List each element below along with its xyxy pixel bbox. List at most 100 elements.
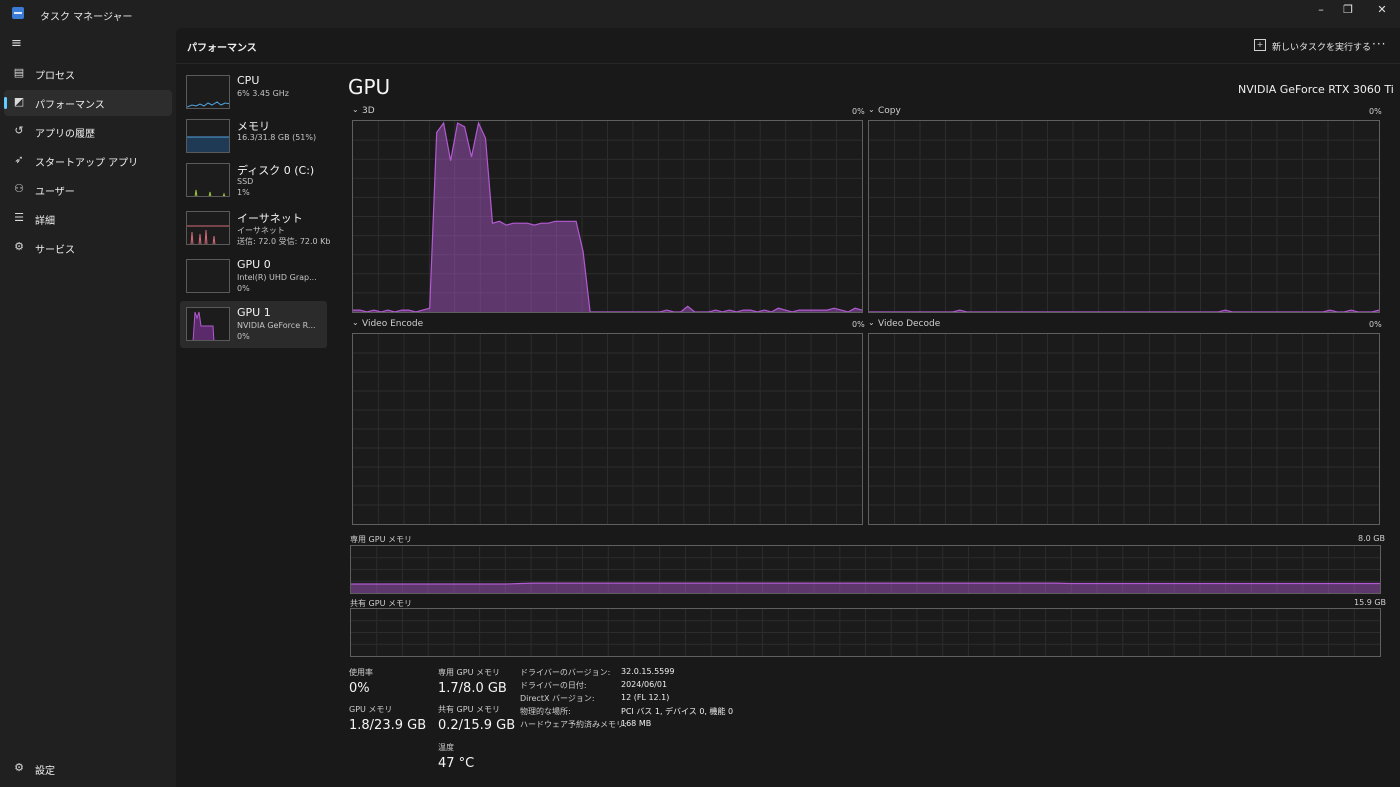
gpu0-thumbnail-graph — [186, 259, 230, 293]
engine-3d-percent: 0% — [852, 107, 865, 116]
temperature-value: 47 °C — [438, 756, 475, 771]
sidebar-item-settings[interactable]: ⚙ 設定 — [4, 756, 172, 782]
engine-3d-label[interactable]: 3D — [362, 106, 375, 116]
sidebar-item-processes[interactable]: ▤ プロセス — [4, 61, 172, 87]
sidebar-item-services[interactable]: ⚙ サービス — [4, 235, 172, 261]
title-bar: タスク マネージャー – ❐ ✕ — [0, 0, 1400, 28]
device-detail: Intel(R) UHD Grap... — [237, 273, 317, 282]
settings-gear-icon: ⚙ — [14, 761, 24, 774]
temperature-label: 温度 — [438, 743, 454, 752]
device-name: GPU 1 — [237, 306, 271, 319]
sidebar-item-label: アプリの履歴 — [35, 129, 95, 140]
reserved-memory-key: ハードウェア予約済みメモリ: — [520, 720, 627, 729]
engine-copy-label[interactable]: Copy — [878, 106, 901, 116]
sidebar-item-users[interactable]: ⚇ ユーザー — [4, 177, 172, 203]
run-new-task-label: 新しいタスクを実行する — [1272, 43, 1372, 53]
maximize-button[interactable]: ❐ — [1331, 0, 1365, 22]
physical-location-value: PCI バス 1, デバイス 0, 機能 0 — [621, 707, 734, 716]
reserved-memory-value: 168 MB — [621, 719, 652, 728]
more-options-button[interactable]: ··· — [1372, 37, 1386, 51]
ethernet-thumbnail-graph — [186, 211, 230, 245]
engine-copy-dropdown-icon[interactable]: ⌄ — [868, 105, 875, 114]
device-item-cpu[interactable]: CPU 6% 3.45 GHz — [180, 69, 327, 116]
dedicated-memory-graph-label: 専用 GPU メモリ — [350, 535, 412, 544]
engine-video-decode-label[interactable]: Video Decode — [878, 319, 940, 329]
engine-video-encode-percent: 0% — [852, 320, 865, 329]
engine-video-encode-chart — [353, 334, 862, 524]
dedicated-memory-graph — [350, 545, 1381, 594]
engine-copy-percent: 0% — [1369, 107, 1382, 116]
shared-memory-value: 0.2/15.9 GB — [438, 718, 516, 733]
device-name: GPU 0 — [237, 258, 271, 271]
sidebar-item-app-history[interactable]: ↺ アプリの履歴 — [4, 119, 172, 145]
dedicated-memory-chart — [351, 546, 1380, 593]
performance-icon: ◩ — [13, 95, 25, 108]
engine-video-decode-chart — [869, 334, 1379, 524]
users-icon: ⚇ — [14, 182, 24, 195]
sidebar-item-startup-apps[interactable]: ➶ スタートアップ アプリ — [4, 148, 172, 174]
sidebar-item-label: パフォーマンス — [35, 100, 105, 111]
memory-thumbnail-graph — [186, 119, 230, 153]
disk-thumbnail-graph — [186, 163, 230, 197]
sidebar-item-performance[interactable]: ◩ パフォーマンス — [4, 90, 172, 116]
startup-icon: ➶ — [14, 153, 24, 166]
engine-video-encode-dropdown-icon[interactable]: ⌄ — [352, 318, 359, 327]
driver-date-key: ドライバーの日付: — [520, 681, 587, 690]
gpu-memory-label: GPU メモリ — [349, 705, 393, 714]
gpu-model-name: NVIDIA GeForce RTX 3060 Ti — [1238, 83, 1394, 96]
dedicated-memory-value: 1.7/8.0 GB — [438, 681, 507, 696]
gpu1-thumbnail-graph — [186, 307, 230, 341]
process-icon: ▤ — [13, 66, 25, 79]
directx-version-value: 12 (FL 12.1) — [621, 693, 670, 702]
shared-memory-chart — [351, 609, 1380, 656]
close-button[interactable]: ✕ — [1365, 0, 1399, 22]
device-usage: 1% — [237, 188, 250, 197]
sidebar-item-label: スタートアップ アプリ — [35, 158, 139, 169]
services-icon: ⚙ — [14, 240, 24, 253]
device-detail: SSD — [237, 177, 254, 186]
device-detail: イーサネット — [237, 226, 285, 235]
sidebar-item-label: サービス — [35, 245, 75, 256]
sidebar-item-label: 設定 — [35, 766, 55, 777]
device-item-ethernet[interactable]: イーサネット イーサネット 送信: 72.0 受信: 72.0 Kb — [180, 205, 331, 252]
device-name: イーサネット — [237, 212, 303, 225]
device-name: CPU — [237, 74, 260, 87]
cpu-thumbnail-graph — [186, 75, 230, 109]
engine-3d-dropdown-icon[interactable]: ⌄ — [352, 105, 359, 114]
engine-video-decode-graph — [868, 333, 1380, 525]
window-title: タスク マネージャー — [40, 12, 133, 23]
device-item-memory[interactable]: メモリ 16.3/31.8 GB (51%) — [180, 113, 327, 160]
active-indicator — [4, 97, 7, 109]
device-detail: NVIDIA GeForce R... — [237, 321, 316, 330]
device-usage: 0% — [237, 332, 250, 341]
gpu-heading: GPU — [348, 75, 391, 99]
details-icon: ☰ — [14, 211, 24, 224]
directx-version-key: DirectX バージョン: — [520, 694, 595, 703]
hamburger-menu-icon[interactable]: ≡ — [11, 37, 25, 51]
engine-copy-graph — [868, 120, 1380, 313]
device-usage: 0% — [237, 284, 250, 293]
sidebar-item-details[interactable]: ☰ 詳細 — [4, 206, 172, 232]
sidebar-item-label: プロセス — [35, 71, 75, 82]
dedicated-memory-label: 専用 GPU メモリ — [438, 668, 500, 677]
engine-3d-chart — [353, 121, 862, 312]
engine-video-encode-label[interactable]: Video Encode — [362, 319, 423, 329]
sidebar-item-label: 詳細 — [35, 216, 55, 227]
usage-value: 0% — [349, 681, 370, 696]
new-task-icon: + — [1254, 39, 1266, 51]
engine-copy-chart — [869, 121, 1379, 312]
device-item-disk-0[interactable]: ディスク 0 (C:) SSD 1% — [180, 157, 327, 204]
header-divider — [176, 63, 1400, 64]
engine-video-encode-graph — [352, 333, 863, 525]
device-usage: 送信: 72.0 受信: 72.0 Kb — [237, 237, 331, 246]
history-icon: ↺ — [14, 124, 24, 137]
device-detail: 6% 3.45 GHz — [237, 89, 290, 98]
engine-video-decode-dropdown-icon[interactable]: ⌄ — [868, 318, 875, 327]
usage-label: 使用率 — [349, 668, 373, 677]
driver-version-value: 32.0.15.5599 — [621, 667, 675, 676]
driver-version-key: ドライバーのバージョン: — [520, 668, 611, 677]
physical-location-key: 物理的な場所: — [520, 707, 571, 716]
device-item-gpu-1[interactable]: GPU 1 NVIDIA GeForce R... 0% — [180, 301, 327, 348]
task-manager-app-icon — [12, 7, 24, 19]
device-item-gpu-0[interactable]: GPU 0 Intel(R) UHD Grap... 0% — [180, 253, 327, 300]
